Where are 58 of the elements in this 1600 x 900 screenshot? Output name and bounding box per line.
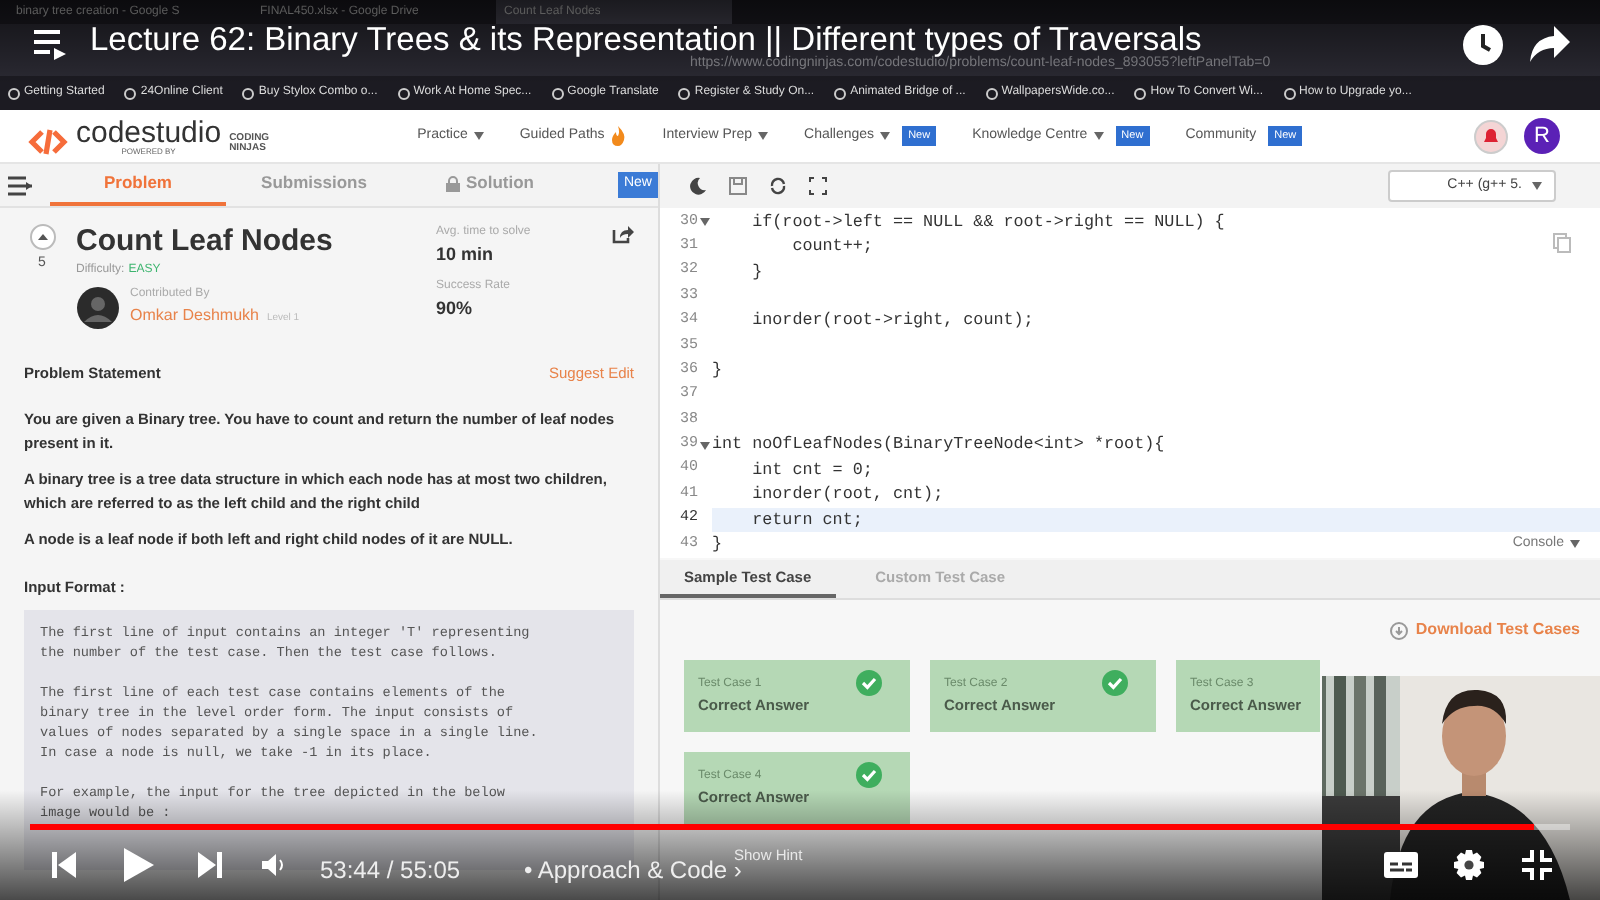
avatar[interactable]: R	[1524, 118, 1560, 154]
notification-icon[interactable]	[1474, 119, 1508, 153]
problem-title: Count Leaf Nodes	[76, 224, 335, 262]
fold-icon[interactable]	[700, 218, 710, 227]
globe-icon	[8, 87, 20, 99]
code-line: int noOfLeafNodes(BinaryTreeNode<int> *root){	[712, 432, 1165, 459]
lock-icon	[446, 175, 460, 191]
fullscreen-icon[interactable]	[808, 176, 828, 196]
code-line: }	[750, 259, 763, 285]
code-line: return cnt;	[750, 507, 863, 533]
code-line: inorder(root->right, count);	[750, 308, 1034, 335]
exit-fullscreen-icon[interactable]	[1522, 850, 1552, 880]
playlist-icon[interactable]	[32, 28, 68, 60]
code-line: }	[712, 531, 723, 558]
previous-icon[interactable]	[52, 852, 76, 878]
caret-icon	[880, 132, 891, 140]
avg-time-value: 10 min	[436, 242, 496, 268]
contributor-avatar	[76, 285, 120, 330]
globe-icon	[1283, 87, 1295, 99]
globe-icon	[397, 87, 410, 99]
caret-icon	[758, 132, 769, 140]
globe-icon	[124, 87, 137, 99]
fold-icon[interactable]	[700, 441, 710, 450]
code-line: int cnt = 0;	[750, 457, 873, 483]
save-icon[interactable]	[728, 176, 748, 196]
globe-icon	[834, 87, 847, 99]
caret-icon	[1093, 132, 1104, 140]
caret-icon	[1532, 182, 1542, 190]
caret-icon	[473, 132, 484, 140]
code-line: }	[712, 358, 723, 384]
video-title: Lecture 62: Binary Trees & its Representation || Different types of Traversals	[90, 22, 1202, 58]
globe-icon	[551, 87, 564, 99]
next-icon[interactable]	[198, 852, 222, 878]
share-icon[interactable]	[1528, 24, 1572, 64]
moon-icon[interactable]	[688, 176, 708, 196]
success-value: 90%	[436, 295, 475, 321]
globe-icon	[1134, 87, 1147, 99]
globe-icon	[242, 87, 255, 99]
upvote-icon[interactable]	[29, 224, 55, 250]
globe-icon	[985, 87, 998, 99]
code-line: inorder(root, cnt);	[750, 482, 944, 508]
flame-icon	[610, 126, 627, 146]
code-line: if(root->left == NULL && root->right == NULL) {	[750, 209, 1225, 235]
time-display: 53:44 / 55:05	[320, 854, 461, 888]
logo-icon	[28, 127, 68, 155]
reset-icon[interactable]	[768, 176, 788, 196]
clock-icon[interactable]	[1462, 24, 1504, 66]
caret-icon	[1570, 539, 1580, 548]
download-icon	[1389, 621, 1408, 639]
code-line: count++;	[790, 234, 873, 260]
menu-icon[interactable]	[6, 175, 34, 195]
globe-icon	[678, 87, 691, 99]
logo-text: codestudio	[76, 117, 222, 147]
play-icon[interactable]	[124, 848, 154, 882]
settings-icon[interactable]	[1454, 850, 1484, 880]
volume-icon[interactable]	[262, 854, 286, 876]
share-icon[interactable]	[612, 224, 634, 244]
subtitles-icon[interactable]	[1384, 852, 1418, 878]
